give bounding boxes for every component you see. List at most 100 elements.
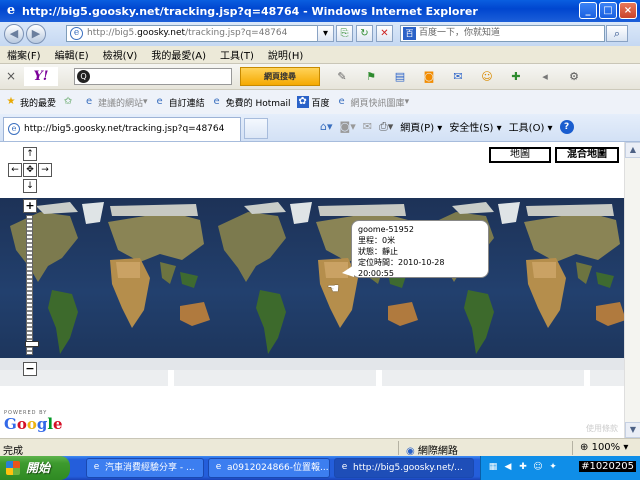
scroll-up-icon[interactable]: ▲ [625, 142, 640, 158]
window-title: http://big5.goosky.net/tracking.jsp?q=48… [22, 4, 478, 18]
vertical-scrollbar[interactable]: ▲ ▼ [624, 142, 640, 438]
pan-left-button[interactable]: ← [8, 163, 22, 177]
search-input[interactable]: 百 百度一下，你就知道 [400, 25, 605, 42]
window-controls: _ □ × [579, 2, 637, 19]
fav-label: 網頁快訊圖庫 [350, 98, 405, 109]
menu-edit[interactable]: 編輯(E) [48, 47, 96, 62]
zoom-level-button[interactable]: ⊕ 100% ▾ [580, 442, 628, 453]
safety-menu[interactable]: 安全性(S) ▾ [449, 119, 501, 134]
address-input[interactable]: e http://big5.goosky.net/tracking.jsp?q=… [66, 25, 332, 42]
read-mail-icon[interactable]: ✉ [363, 120, 372, 133]
forward-arrow-icon[interactable]: ▶ [26, 24, 46, 44]
taskbar-item-location[interactable]: e a0912024866-位置報... [208, 458, 330, 478]
yahoo-logo[interactable]: Y! [24, 67, 58, 86]
taskbar-item-forum[interactable]: e 汽車消費經驗分享 - ... [86, 458, 204, 478]
google-branding: POWERED BY Google [4, 410, 63, 433]
mail-icon[interactable]: ✉ [446, 68, 470, 85]
tray-app-icon[interactable]: ✦ [547, 461, 559, 473]
menu-favorites[interactable]: 我的最愛(A) [144, 47, 213, 62]
fav-suggested-sites[interactable]: e 建議的網站 ▾ [83, 96, 148, 109]
taskbar-clock: #1020205 [579, 461, 636, 472]
zoom-out-button[interactable]: − [23, 362, 37, 376]
security-zone[interactable]: ◉ 網際網路 [406, 442, 458, 457]
satellite-map[interactable] [0, 198, 624, 386]
menu-tools[interactable]: 工具(T) [213, 47, 261, 62]
zoom-slider[interactable] [25, 215, 39, 355]
terms-of-use-link[interactable]: 使用條款 [586, 423, 618, 434]
menu-help[interactable]: 說明(H) [261, 47, 310, 62]
tray-messenger-icon[interactable]: ☺ [532, 461, 544, 473]
menu-view[interactable]: 檢視(V) [96, 47, 145, 62]
close-button[interactable]: × [619, 2, 637, 19]
feeds-icon[interactable]: ◙▾ [340, 120, 356, 133]
refresh-icon[interactable]: ↻ [356, 25, 373, 42]
page-icon: e [156, 96, 163, 107]
info-window-tail [342, 265, 354, 277]
favorites-bar: ★ 我的最愛 ✩ e 建議的網站 ▾ e 自訂連結 e 免費的 Hotmail … [0, 90, 640, 114]
address-dropdown-button[interactable]: ▾ [317, 25, 334, 42]
zoom-magnifier-icon: ⊕ [580, 442, 589, 453]
pan-down-button[interactable]: ↓ [23, 179, 37, 193]
tray-volume-icon[interactable]: ◀ [502, 461, 514, 473]
address-url-domain: goosky.net [137, 28, 186, 38]
scroll-down-icon[interactable]: ▼ [625, 422, 640, 438]
settings-gear-icon[interactable]: ⚙ [562, 68, 586, 85]
flag-icon[interactable]: ⚑ [359, 68, 383, 85]
start-button[interactable]: 開始 [0, 456, 70, 480]
back-arrow-icon[interactable]: ◀ [4, 24, 24, 44]
favorites-button[interactable]: ★ 我的最愛 [5, 96, 57, 109]
rss-icon[interactable]: ◙ [417, 68, 441, 85]
info-window: goome-51952 里程：0米 狀態：靜止 定位時間：2010-10-28 … [342, 220, 489, 278]
bookmark-icon[interactable]: ✎ [330, 68, 354, 85]
messenger-icon[interactable]: ☺ [475, 68, 499, 85]
pan-right-button[interactable]: → [38, 163, 52, 177]
star-icon: ★ [6, 96, 16, 107]
status-divider [398, 441, 399, 455]
tools-menu[interactable]: 工具(O) ▾ [509, 119, 553, 134]
search-button[interactable]: ⌕ [606, 25, 628, 42]
yahoo-search-input[interactable]: Q [74, 68, 232, 85]
fav-hotmail[interactable]: e 免費的 Hotmail [211, 96, 291, 109]
safety-menu-label: 安全性(S) [449, 123, 494, 134]
google-logo[interactable]: Google [4, 416, 63, 433]
home-icon[interactable]: ⌂▾ [320, 120, 333, 133]
add-icon[interactable]: ✚ [504, 68, 528, 85]
new-tab-button[interactable] [244, 118, 268, 139]
menu-file[interactable]: 檔案(F) [0, 47, 48, 62]
fav-web-slice-gallery[interactable]: e 網頁快訊圖庫 ▾ [336, 96, 409, 109]
fav-custom-links[interactable]: e 自訂連結 [154, 96, 204, 109]
zoom-in-button[interactable]: + [23, 199, 37, 213]
menu-bar: 檔案(F) 編輯(E) 檢視(V) 我的最愛(A) 工具(T) 說明(H) [0, 46, 640, 64]
google-logo-letter: o [16, 415, 27, 433]
scroll-arrow-icon[interactable]: ◂ [533, 68, 557, 85]
page-menu[interactable]: 網頁(P) ▾ [400, 119, 442, 134]
fav-label: 免費的 Hotmail [225, 98, 291, 109]
start-label: 開始 [26, 461, 51, 475]
stop-icon[interactable]: ✕ [376, 25, 393, 42]
minimize-button[interactable]: _ [579, 2, 597, 19]
toolbar-close-icon[interactable]: × [6, 69, 16, 83]
map-type-hybrid-button[interactable]: 混合地圖 [555, 147, 619, 163]
add-favorite-button[interactable]: ✩ [62, 96, 77, 108]
maximize-button[interactable]: □ [599, 2, 617, 19]
page-icon: e [85, 96, 93, 107]
hand-cursor-icon: ☚ [327, 281, 340, 297]
tray-network-icon[interactable]: ▦ [487, 461, 499, 473]
page-menu-label: 網頁(P) [400, 123, 435, 134]
yahoo-web-search-button[interactable]: 網頁搜尋 [240, 67, 320, 86]
map-type-map-button[interactable]: 地圖 [489, 147, 551, 163]
ie-logo-icon: e [93, 462, 100, 472]
help-icon[interactable]: ? [559, 119, 574, 134]
compatibility-icon[interactable]: ⎘ [336, 25, 353, 42]
tray-security-icon[interactable]: ✚ [517, 461, 529, 473]
fav-baidu[interactable]: ✿ 百度 [296, 96, 330, 109]
tab-current[interactable]: e http://big5.goosky.net/tracking.jsp?q=… [3, 117, 241, 141]
folder-icon[interactable]: ▤ [388, 68, 412, 85]
ie-logo-icon: e [341, 462, 348, 472]
taskbar-item-tracking[interactable]: e http://big5.goosky.net/... [334, 458, 474, 478]
print-icon[interactable]: ⎙▾ [379, 120, 393, 134]
pan-center-button[interactable]: ✥ [23, 163, 37, 177]
pan-up-button[interactable]: ↑ [23, 147, 37, 161]
zoom-slider-thumb[interactable] [25, 341, 39, 347]
search-placeholder: 百度一下，你就知道 [419, 28, 501, 38]
